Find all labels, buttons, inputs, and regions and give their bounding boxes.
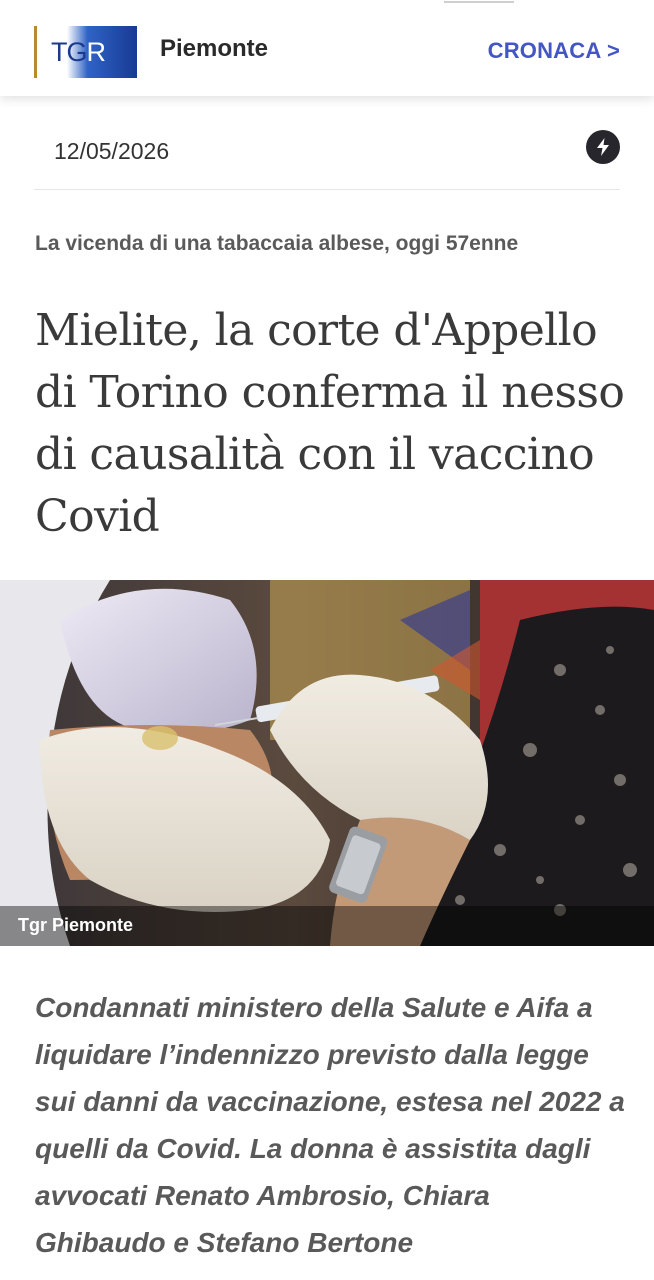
date-row: 12/05/2026	[34, 118, 620, 190]
article-photo[interactable]: Tgr Piemonte	[0, 580, 654, 946]
lightning-icon-glyph	[597, 138, 609, 156]
site-header: TGR Piemonte CRONACA >	[0, 0, 654, 96]
article-kicker: La vicenda di una tabaccaia albese, oggi…	[35, 232, 519, 255]
lightning-icon[interactable]	[586, 130, 620, 164]
article-summary: Condannati ministero della Salute e Aifa…	[35, 992, 625, 1258]
logo-text-r: R	[86, 37, 106, 67]
vaccination-photo	[0, 580, 654, 946]
photo-caption-bar: Tgr Piemonte	[0, 906, 654, 946]
region-title[interactable]: Piemonte	[160, 35, 268, 63]
logo-text: TGR	[51, 37, 106, 67]
article-headline: Mielite, la corte d'Appello di Torino co…	[35, 305, 625, 542]
top-divider	[444, 0, 514, 3]
logo-accent-bar	[34, 26, 37, 78]
logo-box: TGR	[47, 26, 137, 78]
article-page: TGR Piemonte CRONACA > 12/05/2026 La vic…	[0, 0, 654, 1280]
photo-caption: Tgr Piemonte	[18, 915, 134, 935]
tgr-logo[interactable]: TGR	[34, 26, 137, 78]
article-date: 12/05/2026	[54, 138, 170, 164]
section-link-cronaca[interactable]: CRONACA >	[488, 38, 620, 64]
